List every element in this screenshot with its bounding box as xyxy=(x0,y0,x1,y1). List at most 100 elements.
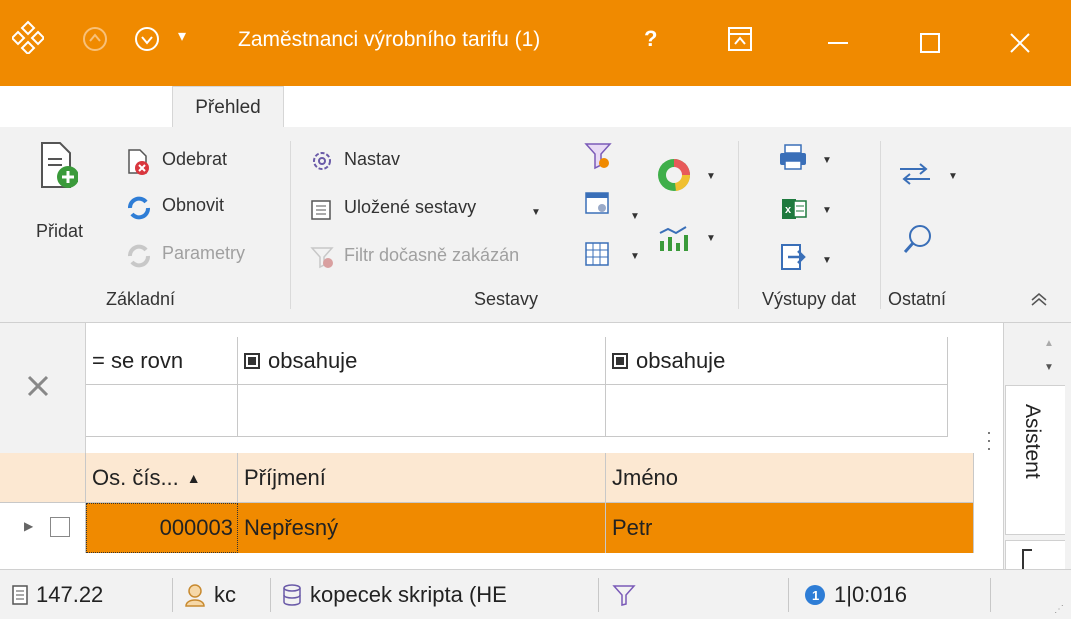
print-dropdown-icon[interactable]: ▼ xyxy=(822,155,832,166)
column-header-os-cislo[interactable]: Os. čís... ▲ xyxy=(86,453,238,503)
scroll-down-icon[interactable]: ▼ xyxy=(1044,362,1054,373)
parameters-icon xyxy=(126,243,152,274)
status-separator xyxy=(598,578,599,612)
parameters-button[interactable]: Parametry xyxy=(162,243,245,264)
side-tab-partial[interactable] xyxy=(1005,540,1065,569)
status-separator xyxy=(788,578,789,612)
help-button[interactable]: ? xyxy=(644,26,657,52)
refresh-button[interactable]: Obnovit xyxy=(162,195,224,216)
column-header-jmeno[interactable]: Jméno xyxy=(606,453,974,503)
excel-export-icon[interactable]: x xyxy=(780,197,808,226)
status-info[interactable]: 1 1|0:016 xyxy=(804,570,984,619)
maximize-button[interactable] xyxy=(900,18,960,68)
close-button[interactable] xyxy=(990,18,1050,68)
filter-input-jmeno[interactable] xyxy=(606,385,948,437)
settings-gear-icon xyxy=(310,149,334,178)
tab-system[interactable]: Systém xyxy=(330,96,393,118)
add-button[interactable]: Přidat xyxy=(36,221,83,242)
swap-arrows-icon[interactable] xyxy=(898,161,932,192)
row-indicator[interactable]: ▶ xyxy=(0,503,86,553)
filter-operator-os-cislo[interactable]: = se rovn xyxy=(86,337,238,385)
column-header-label: Příjmení xyxy=(244,464,326,490)
asistent-side-tab[interactable]: Asistent xyxy=(1005,385,1065,535)
export-dropdown-icon[interactable]: ▼ xyxy=(822,255,832,266)
column-header-label: Jméno xyxy=(612,464,679,490)
app-logo-icon[interactable] xyxy=(10,20,46,59)
nastav-button[interactable]: Nastav xyxy=(344,149,400,170)
filter-status-icon xyxy=(612,585,636,606)
filter-disabled-icon xyxy=(310,245,336,274)
svg-text:x: x xyxy=(785,204,792,216)
bar-chart-dropdown-icon[interactable]: ▼ xyxy=(706,233,716,244)
undo-icon[interactable] xyxy=(82,26,108,57)
current-row-arrow-icon: ▶ xyxy=(24,519,34,533)
database-icon xyxy=(283,584,301,606)
table-cell-jmeno[interactable]: Petr xyxy=(606,503,974,553)
tab-helios[interactable]: HELIOS xyxy=(62,96,132,118)
add-document-icon[interactable] xyxy=(38,141,79,196)
grid-table-icon[interactable] xyxy=(584,241,610,272)
filter-operator-prijmeni[interactable]: obsahuje xyxy=(238,337,606,385)
hotline-asistent-button[interactable]: HOTLINE ASISTENT xyxy=(839,92,1049,114)
collapse-ribbon-icon[interactable] xyxy=(1030,293,1048,312)
excel-dropdown-icon[interactable]: ▼ xyxy=(822,205,832,216)
group-label-ostatni: Ostatní xyxy=(888,289,947,309)
status-user-text: kc xyxy=(214,582,236,607)
group-label-vystupy-dat: Výstupy dat xyxy=(762,289,857,309)
bar-chart-icon[interactable] xyxy=(656,223,692,258)
quick-access-dropdown-icon[interactable]: ▾ xyxy=(178,26,186,46)
redo-icon[interactable] xyxy=(134,26,160,57)
pie-chart-icon[interactable] xyxy=(656,157,692,198)
saved-reports-dropdown-icon[interactable]: ▼ xyxy=(531,207,541,218)
view-window-icon[interactable] xyxy=(584,191,612,222)
column-header-prijmeni[interactable]: Příjmení xyxy=(238,453,606,503)
status-database[interactable]: kopecek skripta (HE xyxy=(282,570,592,619)
filter-input-os-cislo[interactable] xyxy=(86,385,238,437)
headset-icon xyxy=(840,94,859,112)
group-label-zakladni: Základní xyxy=(106,289,176,309)
saved-reports-button[interactable]: Uložené sestavy xyxy=(344,197,476,218)
ribbon-display-options-icon[interactable] xyxy=(727,26,753,57)
filter-operator-jmeno[interactable]: obsahuje xyxy=(606,337,948,385)
title-bar: ▾ Zaměstnanci výrobního tarifu (1) ? HEL… xyxy=(0,0,1071,117)
status-separator xyxy=(172,578,173,612)
cell-value: Nepřesný xyxy=(244,515,339,540)
remove-button[interactable]: Odebrat xyxy=(162,149,227,170)
status-user[interactable]: kc xyxy=(184,570,266,619)
partial-tab-glyph xyxy=(1022,549,1032,569)
contains-operator-icon xyxy=(244,352,260,369)
splitter-handle[interactable]: · · · xyxy=(986,423,992,457)
clear-filter-icon[interactable] xyxy=(26,374,50,403)
search-icon[interactable] xyxy=(902,223,934,260)
filter-operator-label: = se rovn xyxy=(92,347,184,373)
view-dropdown-icon[interactable]: ▼ xyxy=(630,211,640,222)
ribbon-separator xyxy=(738,141,739,309)
chart-dropdown-icon[interactable]: ▼ xyxy=(706,171,716,182)
status-filter[interactable] xyxy=(612,570,652,619)
table-cell-os-cislo[interactable]: 000003 xyxy=(86,503,238,553)
saved-reports-icon xyxy=(310,199,332,226)
refresh-icon xyxy=(126,195,152,226)
export-icon[interactable] xyxy=(780,243,808,276)
swap-dropdown-icon[interactable]: ▼ xyxy=(948,171,958,182)
tab-prehled[interactable]: Přehled xyxy=(172,86,284,128)
ribbon-separator xyxy=(290,141,291,309)
table-cell-prijmeni[interactable]: Nepřesný xyxy=(238,503,606,553)
contains-operator-icon xyxy=(612,352,628,369)
minimize-button[interactable] xyxy=(808,18,868,68)
scroll-up-icon[interactable]: ▲ xyxy=(1044,338,1054,349)
cell-value: 000003 xyxy=(159,515,233,540)
row-indicator-header xyxy=(0,453,86,503)
filter-temporarily-disabled-button[interactable]: Filtr dočasně zakázán xyxy=(344,245,519,266)
asistent-label: Asistent xyxy=(1021,404,1044,479)
grid-dropdown-icon[interactable]: ▼ xyxy=(630,251,640,262)
resize-grip-icon[interactable]: ⋰ xyxy=(1054,604,1064,615)
filter-input-prijmeni[interactable] xyxy=(238,385,606,437)
row-checkbox[interactable] xyxy=(50,517,70,537)
info-icon: 1 xyxy=(805,585,825,605)
filter-operator-label: obsahuje xyxy=(268,347,358,373)
user-icon xyxy=(185,584,205,607)
print-icon[interactable] xyxy=(778,143,808,176)
ribbon: Přidat Odebrat Obnovit Parametry Základn… xyxy=(0,127,1071,323)
filter-icon[interactable] xyxy=(584,141,612,176)
